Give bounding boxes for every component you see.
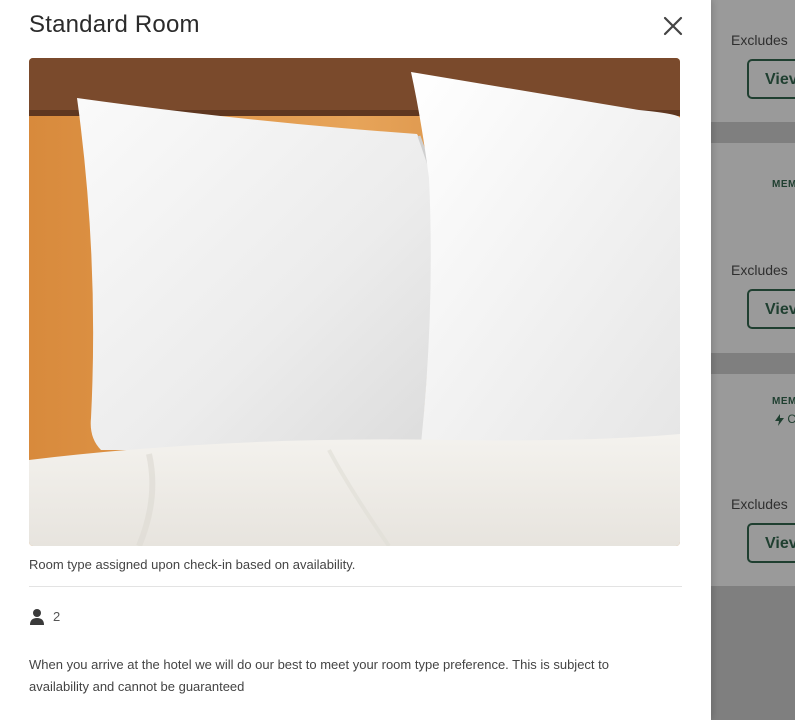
background-page: Excludes Viev MEM Excludes Viev MEM Excl… <box>710 0 795 720</box>
person-icon <box>30 608 44 625</box>
bolt-icon: C <box>775 412 795 426</box>
member-label: MEM <box>772 396 795 407</box>
rate-card: MEM Excludes Viev <box>710 143 795 353</box>
divider <box>29 586 682 587</box>
room-type-caption: Room type assigned upon check-in based o… <box>29 557 356 572</box>
occupancy: 2 <box>29 606 60 626</box>
excludes-text: Excludes <box>731 496 788 512</box>
member-label: MEM <box>772 179 795 190</box>
close-button[interactable] <box>659 12 687 40</box>
view-button[interactable]: Viev <box>747 289 795 329</box>
view-button[interactable]: Viev <box>747 59 795 99</box>
modal-title: Standard Room <box>29 11 200 38</box>
occupancy-count: 2 <box>53 608 61 624</box>
room-photo <box>29 58 680 546</box>
excludes-text: Excludes <box>731 262 788 278</box>
room-preference-note: When you arrive at the hotel we will do … <box>29 657 609 694</box>
bolt-text: C <box>787 412 795 426</box>
rate-card: MEM Excludes Viev <box>710 374 795 586</box>
excludes-text: Excludes <box>731 32 788 48</box>
view-button[interactable]: Viev <box>747 523 795 563</box>
close-icon <box>663 16 683 36</box>
rate-card: Excludes Viev <box>710 0 795 122</box>
room-details-modal: Standard Room Room type assigned upon ch… <box>0 0 711 720</box>
